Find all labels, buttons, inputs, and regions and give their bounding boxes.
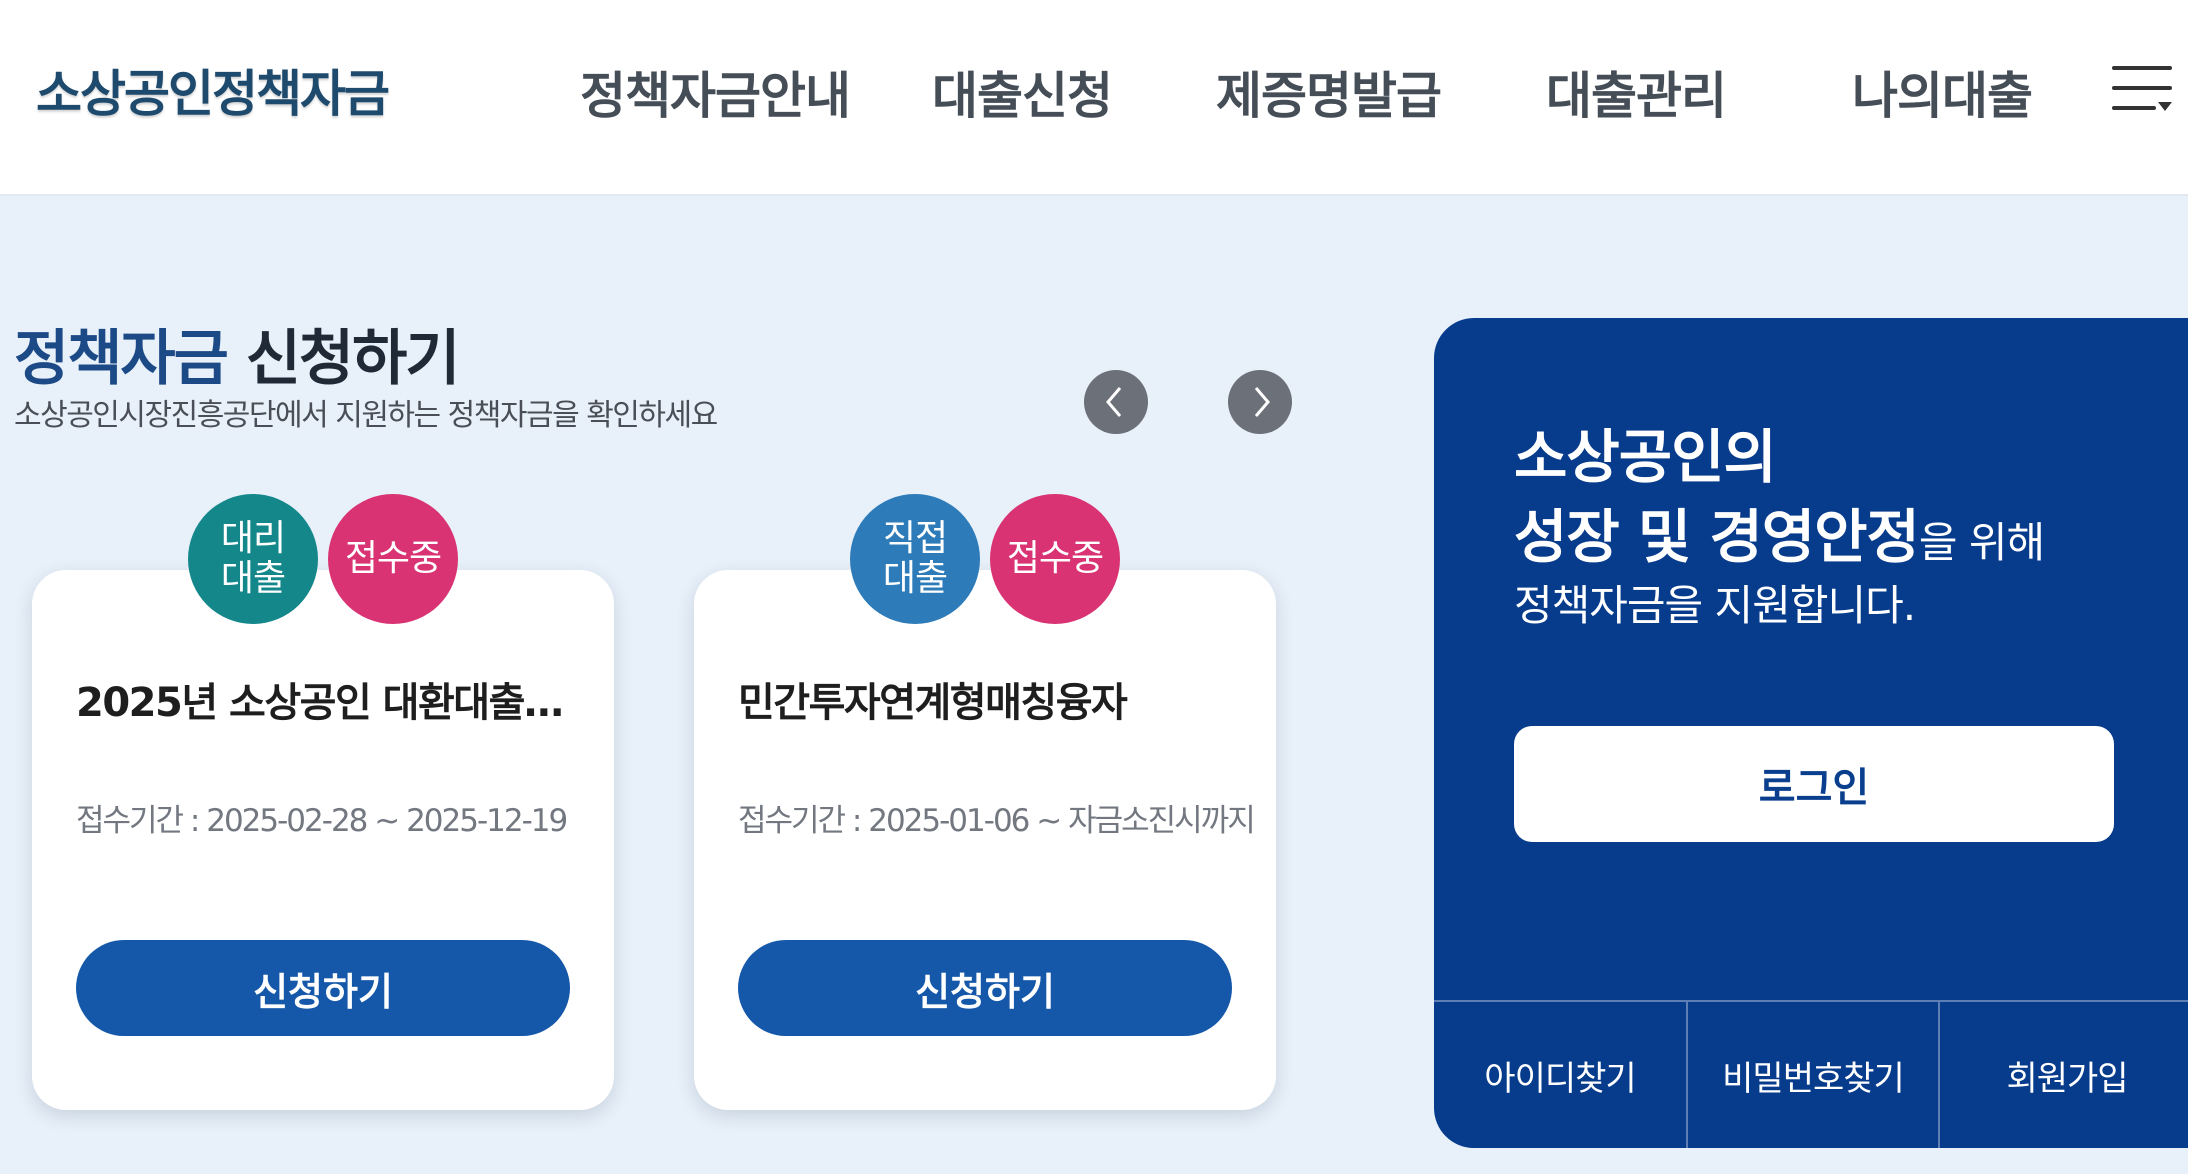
loan-type-badge: 직접 대출 bbox=[850, 494, 980, 624]
sign-up-link[interactable]: 회원가입 bbox=[1940, 1002, 2188, 1148]
nav-loan-management[interactable]: 대출관리 bbox=[1546, 56, 1727, 128]
apply-button[interactable]: 신청하기 bbox=[738, 940, 1232, 1036]
fund-card-title[interactable]: 민간투자연계형매칭융자 bbox=[738, 670, 1238, 728]
login-panel: 소상공인의 성장 및 경영안정을 위해 정책자금을 지원합니다. 로그인 아이디… bbox=[1434, 318, 2188, 1148]
chevron-left-icon bbox=[1106, 387, 1122, 417]
loan-type-badge: 대리 대출 bbox=[188, 494, 318, 624]
login-panel-line2-rest: 을 위해 bbox=[1918, 518, 2045, 567]
fund-card[interactable]: 민간투자연계형매칭융자 접수기간 : 2025-01-06 ~ 자금소진시까지 … bbox=[694, 570, 1276, 1110]
find-password-link[interactable]: 비밀번호찾기 bbox=[1688, 1002, 1938, 1148]
status-badge: 접수중 bbox=[328, 494, 458, 624]
hamburger-menu-icon[interactable] bbox=[2112, 62, 2172, 114]
site-header: 소상공인정책자금 정책자금안내 대출신청 제증명발급 대출관리 나의대출 bbox=[0, 0, 2188, 196]
nav-certificate-issue[interactable]: 제증명발급 bbox=[1216, 56, 1442, 128]
status-badge: 접수중 bbox=[990, 494, 1120, 624]
fund-card[interactable]: 2025년 소상공인 대환대출 지원사업 접수기간 : 2025-02-28 ~… bbox=[32, 570, 614, 1110]
find-id-link[interactable]: 아이디찾기 bbox=[1434, 1002, 1686, 1148]
loan-type-badge-line1: 직접 bbox=[882, 518, 948, 559]
apply-button[interactable]: 신청하기 bbox=[76, 940, 570, 1036]
fund-card-period: 접수기간 : 2025-01-06 ~ 자금소진시까지 bbox=[738, 803, 1256, 839]
carousel-prev-button[interactable] bbox=[1084, 370, 1148, 434]
nav-my-loan[interactable]: 나의대출 bbox=[1852, 56, 2033, 128]
login-panel-line2: 성장 및 경영안정을 위해 bbox=[1514, 490, 2045, 574]
login-panel-line2-bold: 성장 및 경영안정 bbox=[1514, 503, 1920, 571]
loan-type-badge-line2: 대출 bbox=[882, 558, 948, 599]
loan-type-badge-line1: 대리 bbox=[220, 518, 286, 559]
fund-card-title[interactable]: 2025년 소상공인 대환대출 지원사업 bbox=[76, 670, 576, 728]
site-logo[interactable]: 소상공인정책자금 bbox=[36, 54, 390, 126]
nav-policy-fund-info[interactable]: 정책자금안내 bbox=[580, 56, 851, 128]
section-title: 정책자금 신청하기 bbox=[14, 310, 461, 397]
section-title-rest: 신청하기 bbox=[226, 324, 461, 394]
section-title-accent: 정책자금 bbox=[14, 324, 229, 394]
chevron-right-icon bbox=[1254, 387, 1270, 417]
fund-card-period: 접수기간 : 2025-02-28 ~ 2025-12-19 bbox=[76, 803, 568, 839]
nav-loan-application[interactable]: 대출신청 bbox=[932, 56, 1113, 128]
section-subtitle: 소상공인시장진흥공단에서 지원하는 정책자금을 확인하세요 bbox=[14, 398, 718, 433]
login-panel-line3: 정책자금을 지원합니다. bbox=[1514, 581, 1916, 630]
login-button[interactable]: 로그인 bbox=[1514, 726, 2114, 842]
loan-type-badge-line2: 대출 bbox=[220, 558, 286, 599]
login-panel-line1: 소상공인의 bbox=[1514, 423, 1777, 491]
carousel-next-button[interactable] bbox=[1228, 370, 1292, 434]
